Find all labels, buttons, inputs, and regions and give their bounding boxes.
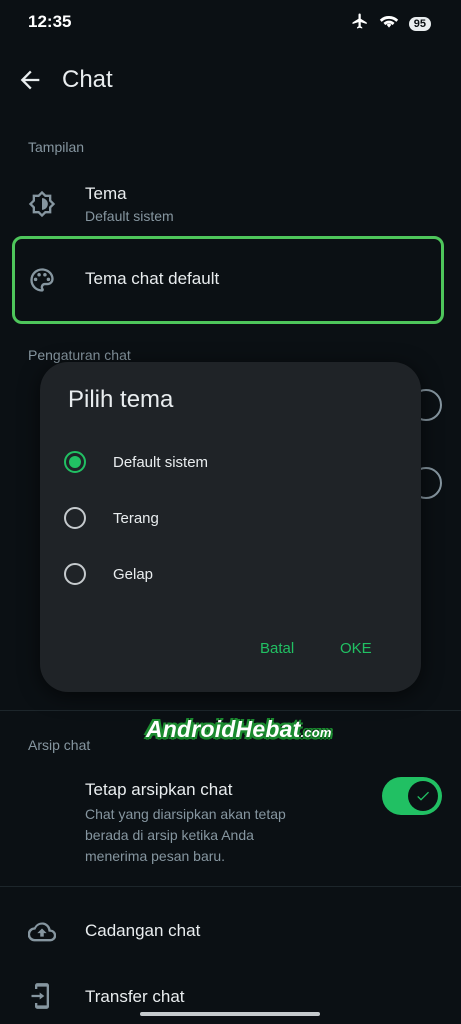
arrow-left-icon	[20, 70, 40, 90]
back-button[interactable]	[16, 66, 44, 94]
transfer-icon	[28, 982, 56, 1015]
radio-unselected[interactable]	[64, 507, 86, 529]
option-dark[interactable]: Gelap	[64, 554, 153, 594]
wifi-icon	[379, 12, 399, 35]
backup-row[interactable]: Cadangan chat	[0, 906, 461, 956]
page-title: Chat	[62, 66, 113, 93]
section-label-chat-settings: Pengaturan chat	[28, 347, 131, 363]
option-light[interactable]: Terang	[64, 498, 159, 538]
theme-subtitle: Default sistem	[85, 208, 174, 224]
divider	[0, 886, 461, 887]
airplane-icon	[351, 12, 369, 35]
radio-unselected[interactable]	[64, 563, 86, 585]
backup-label: Cadangan chat	[85, 921, 201, 940]
divider	[0, 710, 461, 711]
toggle-knob	[408, 781, 438, 811]
section-label-archive: Arsip chat	[28, 737, 91, 753]
cancel-button[interactable]: Batal	[260, 640, 294, 657]
section-label-display: Tampilan	[28, 139, 85, 155]
cloud-upload-icon	[27, 918, 57, 951]
highlight-frame	[12, 236, 444, 324]
status-icons: 95	[351, 12, 431, 35]
battery-indicator: 95	[408, 16, 431, 31]
dialog-title: Pilih tema	[68, 386, 174, 413]
option-label: Default sistem	[113, 453, 209, 471]
radio-selected[interactable]	[64, 451, 86, 473]
gesture-nav-bar[interactable]	[140, 1012, 320, 1016]
option-label: Gelap	[113, 565, 154, 583]
check-icon	[417, 791, 429, 801]
keep-archived-title: Tetap arsipkan chat	[85, 780, 233, 799]
keep-archived-description: Chat yang diarsipkan akan tetap berada d…	[85, 806, 286, 864]
status-time: 12:35	[28, 12, 72, 31]
watermark-logo: AndroidHebat.com	[146, 716, 332, 742]
theme-setting-row[interactable]: Tema Default sistem	[0, 172, 461, 234]
transfer-label: Transfer chat	[85, 987, 185, 1006]
keep-archived-toggle[interactable]	[382, 777, 442, 815]
theme-title: Tema	[85, 184, 127, 203]
ok-button[interactable]: OKE	[340, 640, 372, 657]
brightness-icon	[28, 190, 56, 223]
option-label: Terang	[113, 509, 159, 527]
theme-dialog: Pilih tema Default sistem Terang Gelap B…	[40, 362, 421, 692]
option-default-system[interactable]: Default sistem	[64, 442, 208, 482]
